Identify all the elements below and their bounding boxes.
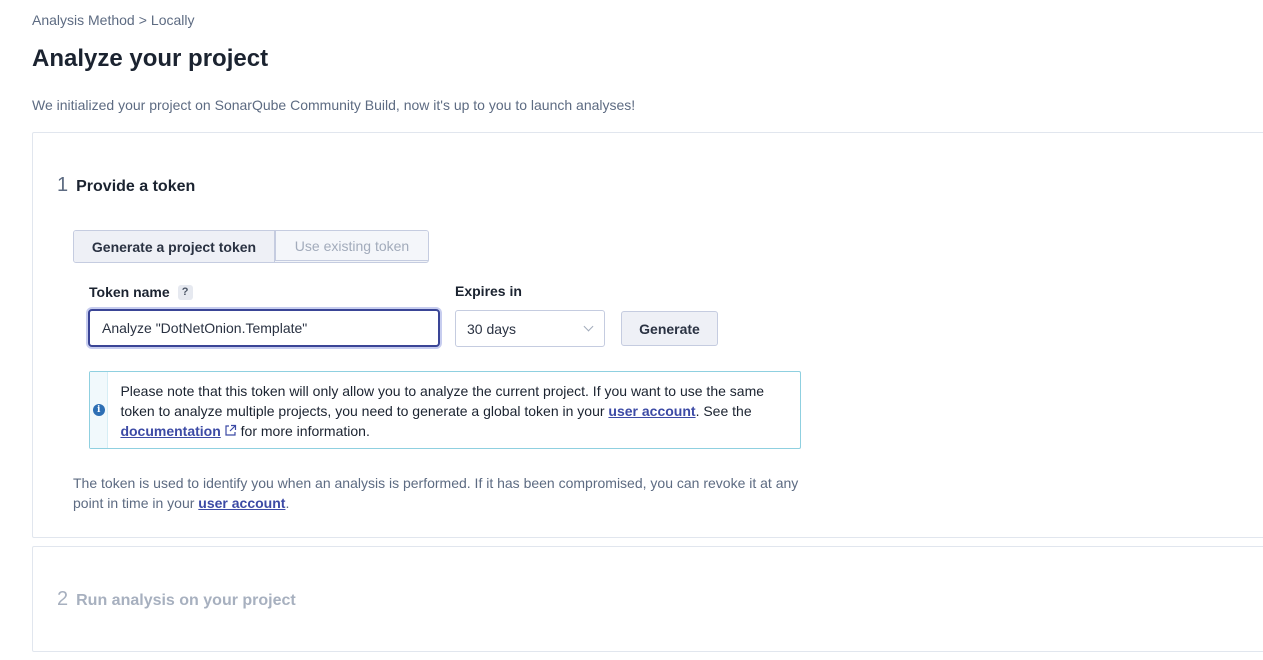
page-subtitle: We initialized your project on SonarQube…: [32, 97, 636, 113]
info-alert: i Please note that this token will only …: [89, 371, 801, 449]
breadcrumb-analysis-method-link[interactable]: Analysis Method: [32, 12, 135, 28]
step-1-header: 1 Provide a token: [57, 174, 195, 197]
token-name-label: Token name: [89, 284, 170, 300]
question-mark-icon[interactable]: ?: [177, 284, 193, 300]
info-alert-text: Please note that this token will only al…: [108, 372, 800, 448]
note-text-part-2: .: [285, 495, 290, 511]
step-2-header: 2 Run analysis on your project: [57, 588, 296, 611]
breadcrumb-separator: >: [138, 12, 147, 28]
step-1-number: 1: [57, 174, 69, 196]
info-text-part-2: . See the: [695, 403, 752, 419]
breadcrumb-current: Locally: [150, 12, 195, 28]
info-circle-icon: i: [92, 404, 105, 416]
chevron-down-icon: [583, 321, 594, 332]
note-text-part-1: The token is used to identify you when a…: [73, 475, 799, 511]
user-account-link[interactable]: user account: [608, 403, 695, 419]
token-usage-note: The token is used to identify you when a…: [73, 473, 803, 513]
generate-project-token-tab[interactable]: Generate a project token: [74, 231, 275, 262]
expires-in-value: 30 days: [467, 320, 517, 337]
breadcrumb: Analysis Method > Locally: [32, 12, 195, 28]
token-type-toggle: Generate a project token Use existing to…: [73, 230, 429, 263]
step-2-number: 2: [57, 588, 69, 610]
note-user-account-link[interactable]: user account: [198, 495, 285, 511]
generate-button[interactable]: Generate: [621, 311, 718, 346]
info-text-part-3: for more information.: [236, 423, 370, 439]
use-existing-token-tab[interactable]: Use existing token: [275, 231, 428, 261]
expires-in-label: Expires in: [455, 283, 522, 299]
step-1-title: Provide a token: [76, 178, 196, 195]
step-2-title: Run analysis on your project: [76, 592, 296, 609]
external-link-icon: [225, 424, 236, 436]
documentation-link-label: documentation: [120, 423, 221, 439]
page-title: Analyze your project: [32, 45, 269, 72]
token-name-input[interactable]: [88, 309, 440, 347]
info-alert-icon-strip: i: [90, 372, 109, 448]
documentation-link[interactable]: documentation: [120, 423, 236, 439]
token-name-label-row: Token name ?: [89, 284, 193, 300]
expires-in-select[interactable]: 30 days: [455, 310, 605, 347]
